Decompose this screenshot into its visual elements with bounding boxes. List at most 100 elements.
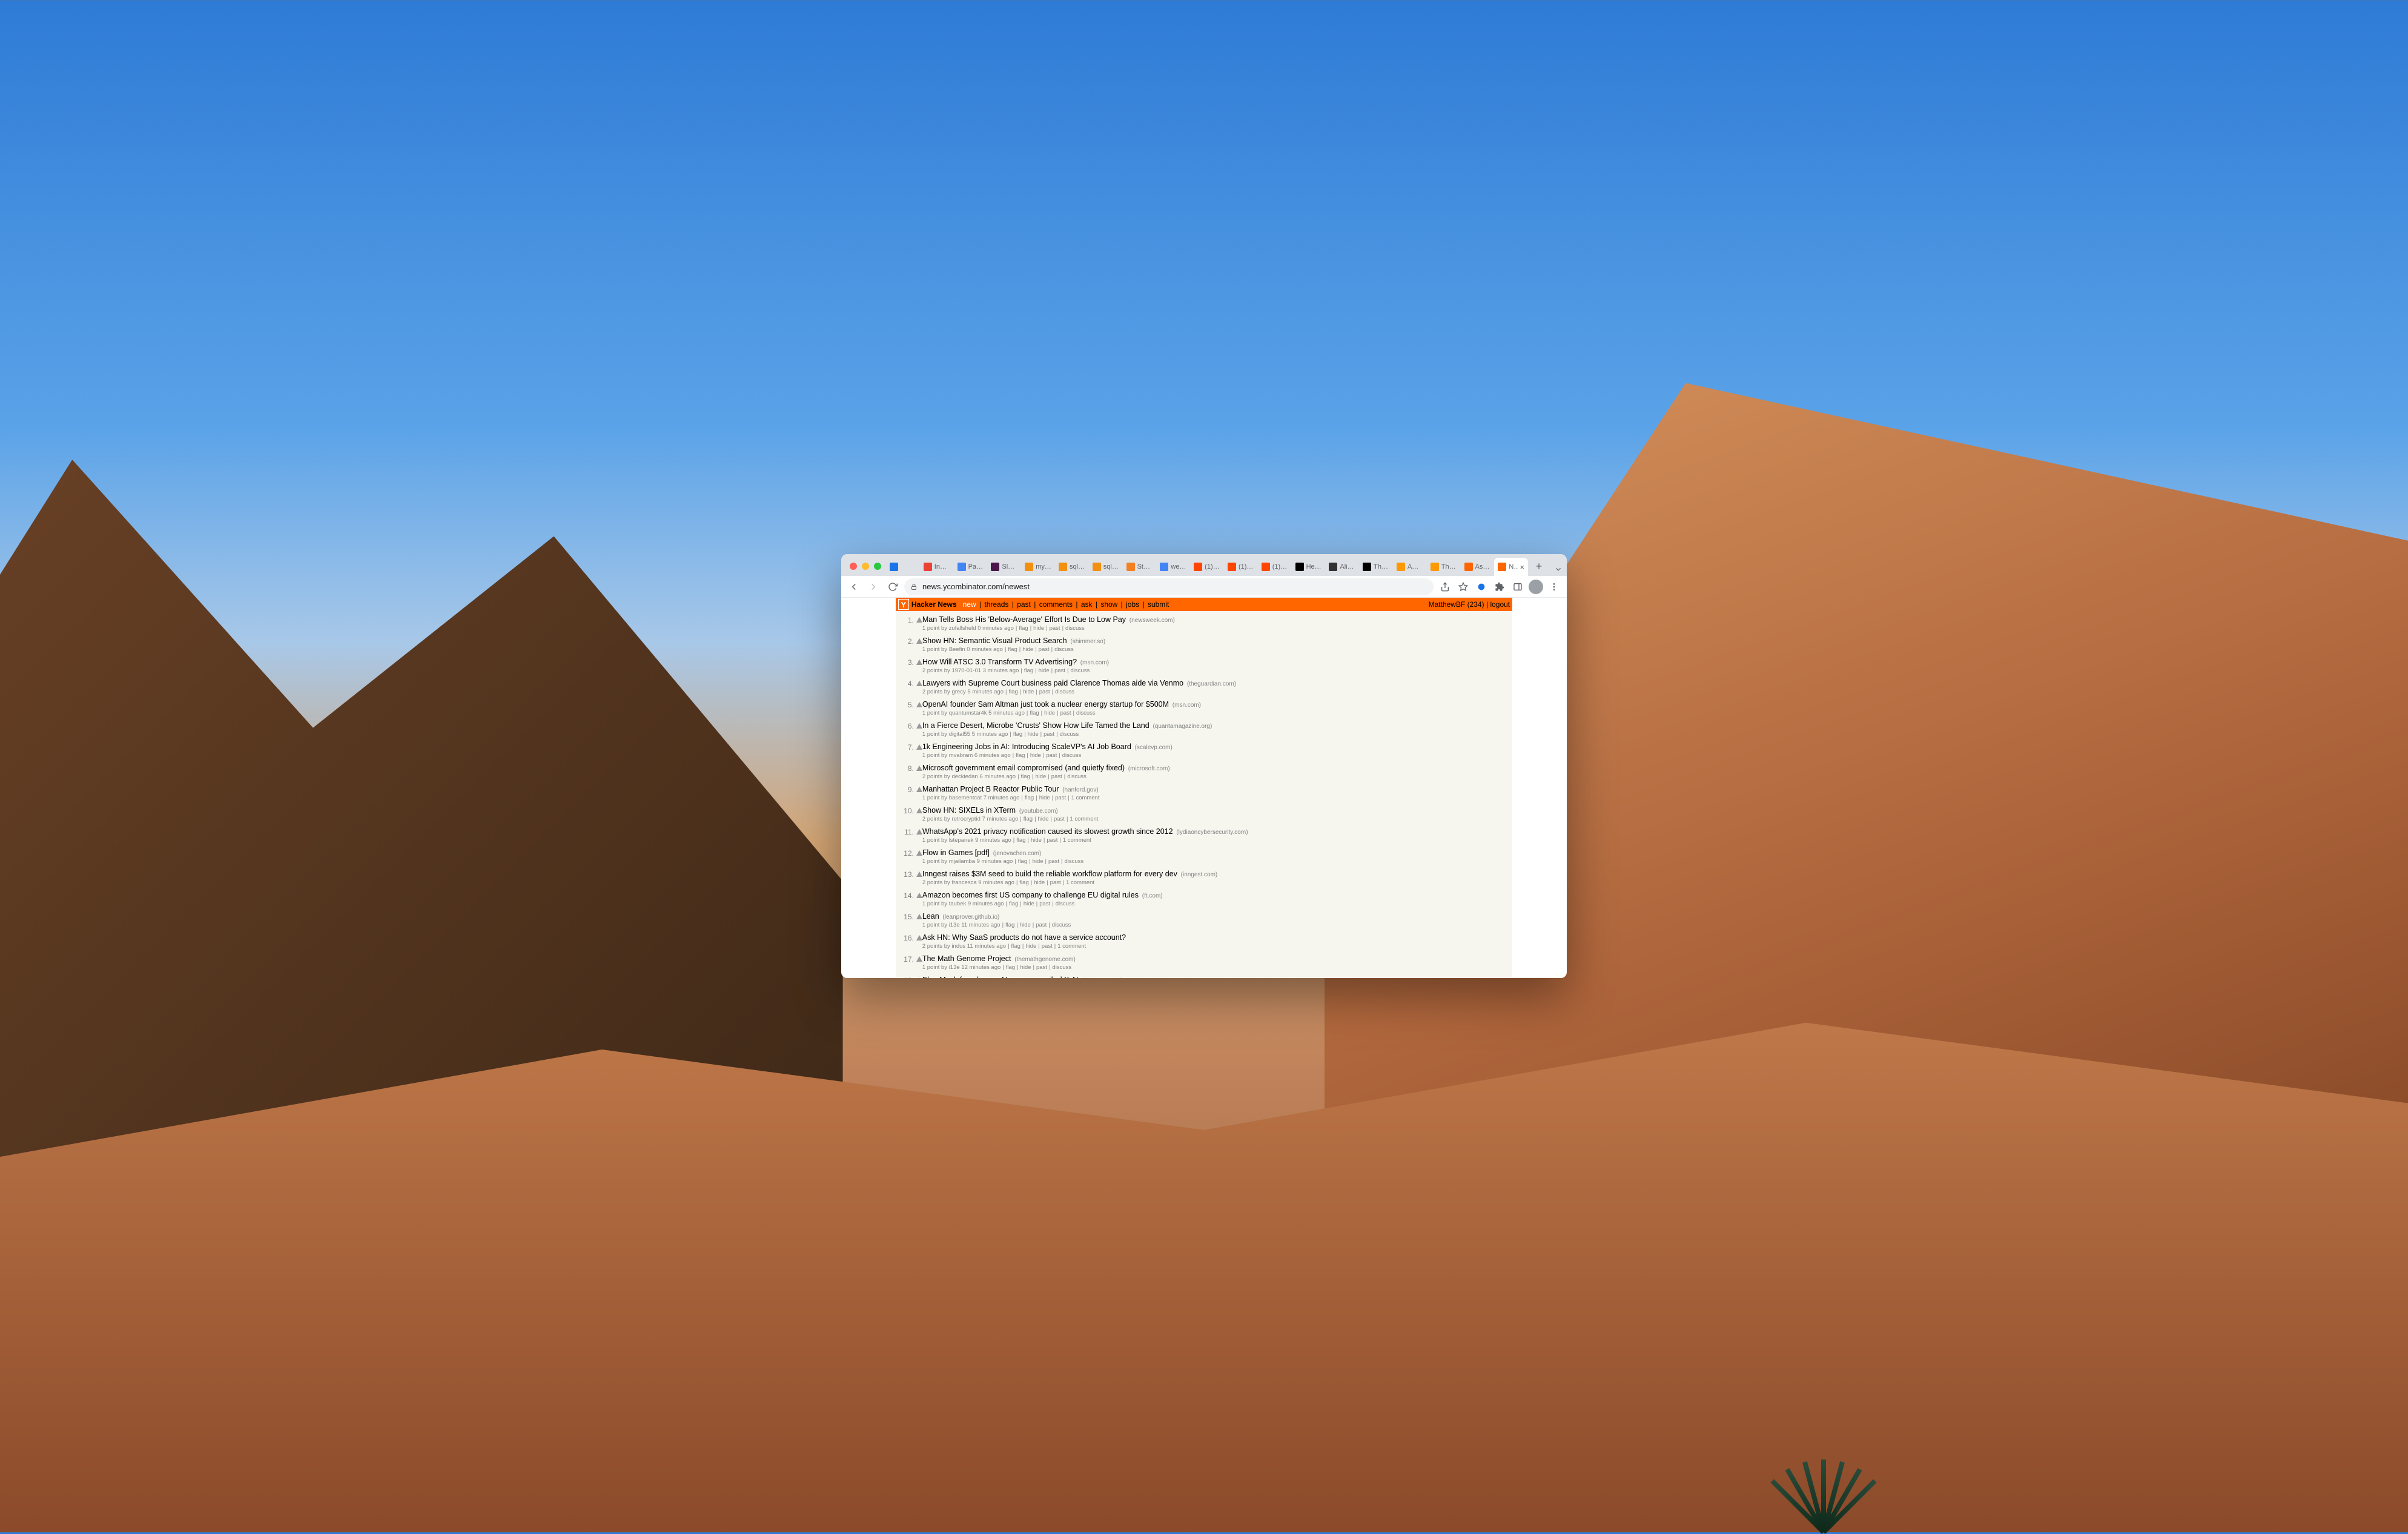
back-button[interactable]: [846, 579, 862, 595]
story-past-link[interactable]: past: [1054, 667, 1065, 674]
story-age-link[interactable]: 9 minutes ago: [975, 837, 1011, 844]
story-flag-link[interactable]: flag: [1019, 625, 1028, 632]
story-title-link[interactable]: Elon Musk founds new AI company called X…: [922, 976, 1079, 978]
story-title-link[interactable]: Inngest raises $3M seed to build the rel…: [922, 870, 1177, 878]
upvote-button[interactable]: [916, 765, 922, 771]
tab-close-button[interactable]: ×: [1520, 563, 1525, 572]
story-flag-link[interactable]: flag: [1016, 837, 1025, 844]
story-site[interactable]: (msn.com): [1171, 702, 1201, 709]
browser-menu-button[interactable]: [1546, 579, 1562, 595]
story-comments-link[interactable]: discuss: [1071, 667, 1090, 674]
hn-nav-ask[interactable]: ask: [1081, 600, 1093, 609]
browser-tab[interactable]: Inbox (: [920, 558, 954, 576]
story-flag-link[interactable]: flag: [1021, 773, 1030, 780]
story-flag-link[interactable]: flag: [1005, 922, 1014, 928]
story-hide-link[interactable]: hide: [1024, 901, 1034, 907]
story-age-link[interactable]: 6 minutes ago: [979, 773, 1016, 780]
story-comments-link[interactable]: discuss: [1054, 646, 1074, 653]
upvote-button[interactable]: [916, 660, 922, 665]
story-site[interactable]: (jenovachen.com): [991, 850, 1041, 857]
story-past-link[interactable]: past: [1036, 964, 1047, 971]
story-flag-link[interactable]: flag: [1024, 816, 1033, 822]
story-author-link[interactable]: mvabram: [949, 752, 973, 759]
story-site[interactable]: (themathgenome.com): [1013, 956, 1075, 963]
story-author-link[interactable]: indus: [951, 943, 965, 950]
story-title-link[interactable]: The Math Genome Project: [922, 954, 1011, 963]
browser-tab[interactable]: Stack C: [1123, 558, 1157, 576]
story-comments-link[interactable]: discuss: [1076, 710, 1096, 716]
page-viewport[interactable]: Y Hacker News new | threads | past | com…: [841, 598, 1567, 978]
story-comments-link[interactable]: 1 comment: [1063, 837, 1091, 844]
story-comments-link[interactable]: 1 comment: [1057, 943, 1086, 950]
hn-nav-jobs[interactable]: jobs: [1126, 600, 1139, 609]
upvote-button[interactable]: [916, 617, 922, 623]
browser-tab[interactable]: The Me: [1359, 558, 1393, 576]
reload-button[interactable]: [885, 579, 901, 595]
story-title-link[interactable]: Man Tells Boss His 'Below-Average' Effor…: [922, 615, 1126, 624]
story-age-link[interactable]: 0 minutes ago: [977, 625, 1014, 632]
story-title-link[interactable]: WhatsApp's 2021 privacy notification cau…: [922, 827, 1173, 836]
story-title-link[interactable]: Lawyers with Supreme Court business paid…: [922, 679, 1183, 687]
story-age-link[interactable]: 0 minutes ago: [967, 646, 1003, 653]
story-comments-link[interactable]: discuss: [1056, 901, 1075, 907]
story-hide-link[interactable]: hide: [1031, 837, 1042, 844]
story-site[interactable]: (youtube.com): [1017, 808, 1058, 815]
upvote-button[interactable]: [916, 850, 922, 856]
story-age-link[interactable]: 11 minutes ago: [967, 943, 1006, 950]
story-flag-link[interactable]: flag: [1018, 858, 1027, 865]
upvote-button[interactable]: [916, 977, 922, 978]
story-comments-link[interactable]: discuss: [1067, 773, 1087, 780]
story-author-link[interactable]: francesca: [951, 879, 976, 886]
browser-tab[interactable]: sql - W: [1089, 558, 1123, 576]
story-hide-link[interactable]: hide: [1033, 858, 1044, 865]
story-author-link[interactable]: lstepanek: [949, 837, 974, 844]
story-past-link[interactable]: past: [1044, 731, 1054, 738]
story-site[interactable]: (inngest.com): [1179, 871, 1217, 878]
story-title-link[interactable]: 1k Engineering Jobs in AI: Introducing S…: [922, 742, 1131, 751]
story-hide-link[interactable]: hide: [1039, 667, 1050, 674]
story-flag-link[interactable]: flag: [1013, 731, 1022, 738]
browser-tab[interactable]: (1) web: [1190, 558, 1224, 576]
story-hide-link[interactable]: hide: [1020, 922, 1031, 928]
story-past-link[interactable]: past: [1055, 795, 1066, 801]
story-hide-link[interactable]: hide: [1025, 943, 1036, 950]
story-past-link[interactable]: past: [1050, 879, 1061, 886]
story-title-link[interactable]: In a Fierce Desert, Microbe 'Crusts' Sho…: [922, 721, 1149, 730]
hn-logo[interactable]: Y: [898, 599, 909, 610]
story-hide-link[interactable]: hide: [1030, 752, 1041, 759]
story-author-link[interactable]: basementcat: [949, 795, 982, 801]
story-author-link[interactable]: Beefin: [949, 646, 965, 653]
story-comments-link[interactable]: discuss: [1055, 689, 1074, 695]
hn-username-link[interactable]: MatthewBF: [1429, 600, 1466, 609]
story-site[interactable]: (msn.com): [1079, 660, 1109, 666]
story-flag-link[interactable]: flag: [1019, 879, 1028, 886]
hn-logout-link[interactable]: logout: [1490, 600, 1510, 609]
upvote-button[interactable]: [916, 914, 922, 919]
story-age-link[interactable]: 6 minutes ago: [974, 752, 1011, 759]
new-tab-button[interactable]: +: [1530, 558, 1547, 575]
story-title-link[interactable]: Ask HN: Why SaaS products do not have a …: [922, 933, 1126, 942]
story-site[interactable]: (theguardian.com): [1185, 681, 1236, 687]
story-title-link[interactable]: Microsoft government email compromised (…: [922, 764, 1125, 772]
maximize-window-button[interactable]: [874, 563, 881, 570]
story-site[interactable]: (ft.com): [1140, 893, 1163, 899]
upvote-button[interactable]: [916, 744, 922, 750]
story-author-link[interactable]: i13e: [949, 964, 960, 971]
hn-nav-submit[interactable]: submit: [1148, 600, 1169, 609]
browser-tab[interactable]: (1) Dev: [1224, 558, 1258, 576]
story-past-link[interactable]: past: [1039, 901, 1050, 907]
browser-tab[interactable]: Amazo: [1393, 558, 1427, 576]
extension-1-button[interactable]: [1474, 579, 1489, 595]
story-flag-link[interactable]: flag: [1008, 646, 1017, 653]
story-past-link[interactable]: past: [1054, 816, 1065, 822]
story-age-link[interactable]: 11 minutes ago: [961, 922, 1000, 928]
story-comments-link[interactable]: discuss: [1062, 752, 1082, 759]
browser-tab[interactable]: Alien T: [1325, 558, 1359, 576]
story-past-link[interactable]: past: [1046, 752, 1057, 759]
story-age-link[interactable]: 5 minutes ago: [988, 710, 1025, 716]
story-age-link[interactable]: 5 minutes ago: [967, 689, 1004, 695]
upvote-button[interactable]: [916, 956, 922, 962]
story-title-link[interactable]: Show HN: SIXELs in XTerm: [922, 806, 1016, 815]
hn-nav-past[interactable]: past: [1017, 600, 1031, 609]
story-comments-link[interactable]: 1 comment: [1066, 879, 1094, 886]
